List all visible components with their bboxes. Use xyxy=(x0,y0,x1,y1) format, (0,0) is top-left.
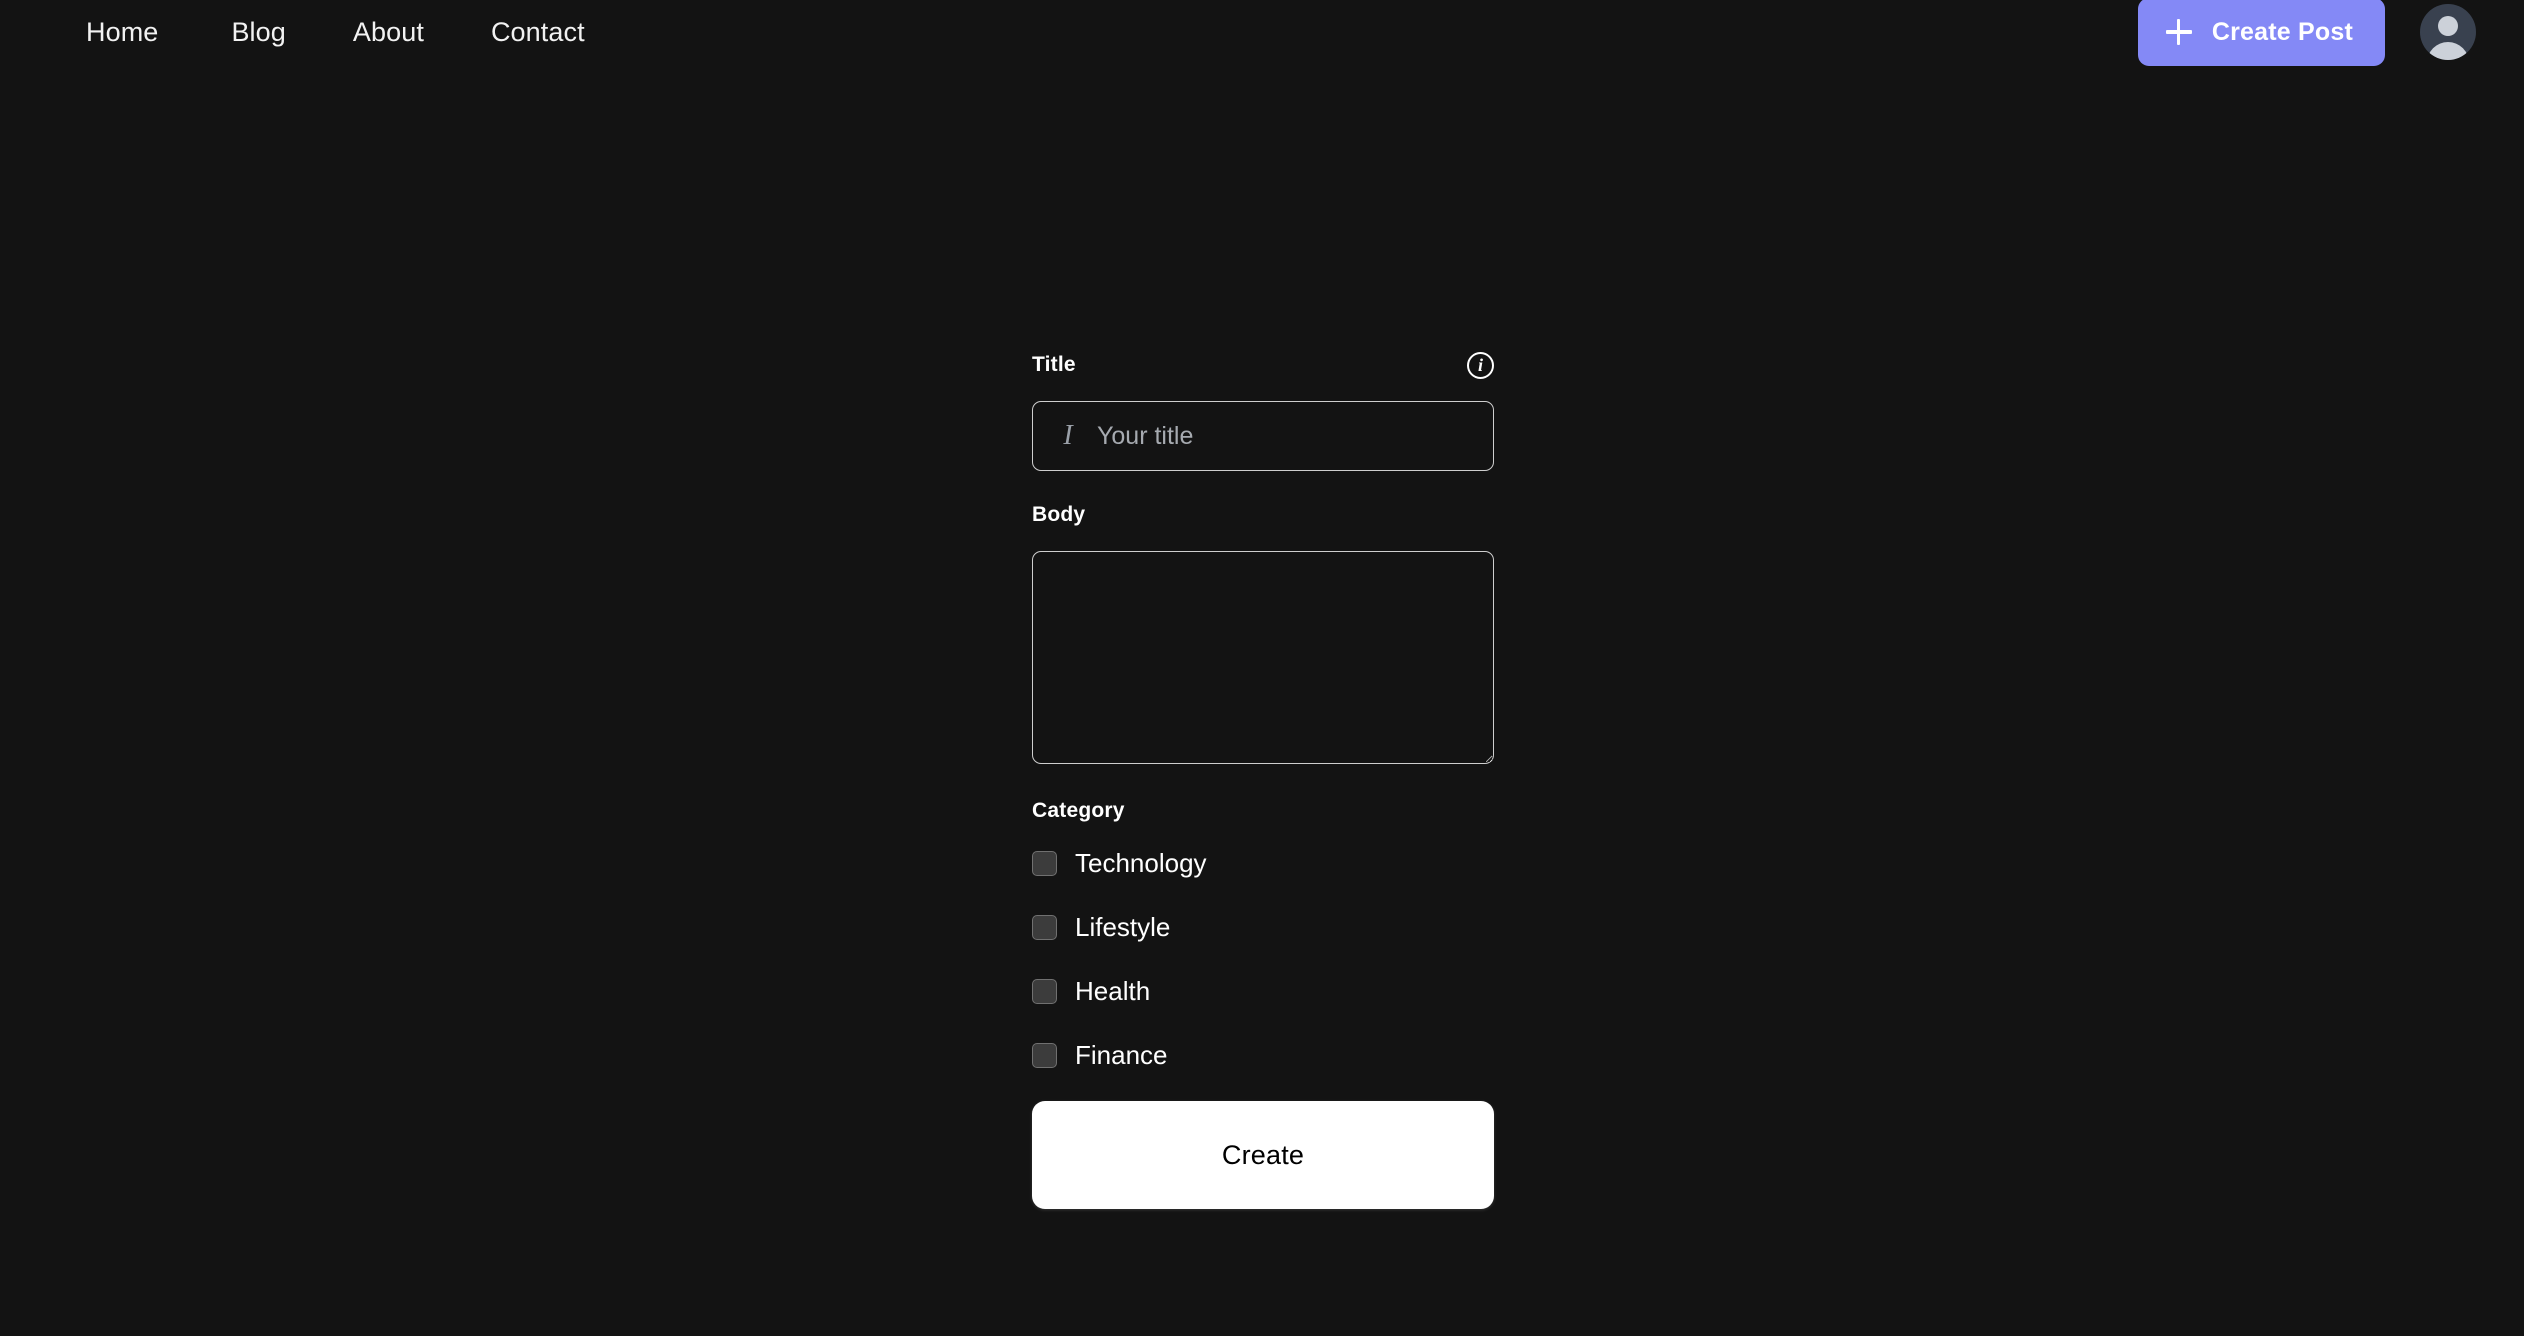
checkbox-icon[interactable] xyxy=(1032,850,1057,876)
body-label: Body xyxy=(1032,503,1086,526)
category-option-health[interactable]: Health xyxy=(1032,971,1150,1011)
top-navbar: Home Blog About Contact Create Post xyxy=(0,0,2524,130)
body-textarea[interactable] xyxy=(1032,551,1494,764)
navbar-actions: Create Post xyxy=(2137,0,2476,66)
title-label-row: Title i xyxy=(1032,350,1494,380)
category-option-label: Finance xyxy=(1075,1039,1168,1070)
category-option-lifestyle[interactable]: Lifestyle xyxy=(1032,907,1170,947)
nav-link-home[interactable]: Home xyxy=(86,17,158,48)
plus-icon xyxy=(2165,19,2192,45)
title-input[interactable] xyxy=(1081,402,1493,470)
create-post-button-label: Create Post xyxy=(2211,17,2353,46)
category-checkbox-list: Technology Lifestyle Health Finance xyxy=(1032,843,1494,1075)
category-option-technology[interactable]: Technology xyxy=(1032,843,1207,883)
create-post-form: Title i I Body Category Technology Lifes… xyxy=(1032,350,1494,1209)
category-option-label: Technology xyxy=(1075,847,1207,878)
create-submit-button[interactable]: Create xyxy=(1032,1101,1494,1209)
category-label: Category xyxy=(1032,799,1125,822)
category-option-finance[interactable]: Finance xyxy=(1032,1035,1168,1075)
category-option-label: Lifestyle xyxy=(1075,911,1171,942)
nav-link-blog[interactable]: Blog xyxy=(231,17,285,48)
primary-nav: Home Blog About Contact xyxy=(86,17,585,48)
info-icon[interactable]: i xyxy=(1467,351,1494,379)
title-input-wrapper[interactable]: I xyxy=(1032,401,1494,471)
checkbox-icon[interactable] xyxy=(1032,978,1057,1004)
nav-link-contact[interactable]: Contact xyxy=(491,17,585,48)
avatar-body-shape xyxy=(2427,42,2469,60)
checkbox-icon[interactable] xyxy=(1032,914,1057,940)
info-icon-glyph: i xyxy=(1477,354,1483,375)
title-label: Title xyxy=(1032,353,1076,376)
category-option-label: Health xyxy=(1075,975,1151,1006)
body-label-row: Body xyxy=(1032,500,1494,530)
create-post-button[interactable]: Create Post xyxy=(2137,0,2385,66)
checkbox-icon[interactable] xyxy=(1032,1042,1057,1068)
nav-link-about[interactable]: About xyxy=(353,17,424,48)
category-label-row: Category xyxy=(1032,796,1494,826)
avatar-head-shape xyxy=(2438,16,2458,36)
italic-text-icon: I xyxy=(1063,420,1073,451)
user-avatar-icon[interactable] xyxy=(2420,4,2476,60)
